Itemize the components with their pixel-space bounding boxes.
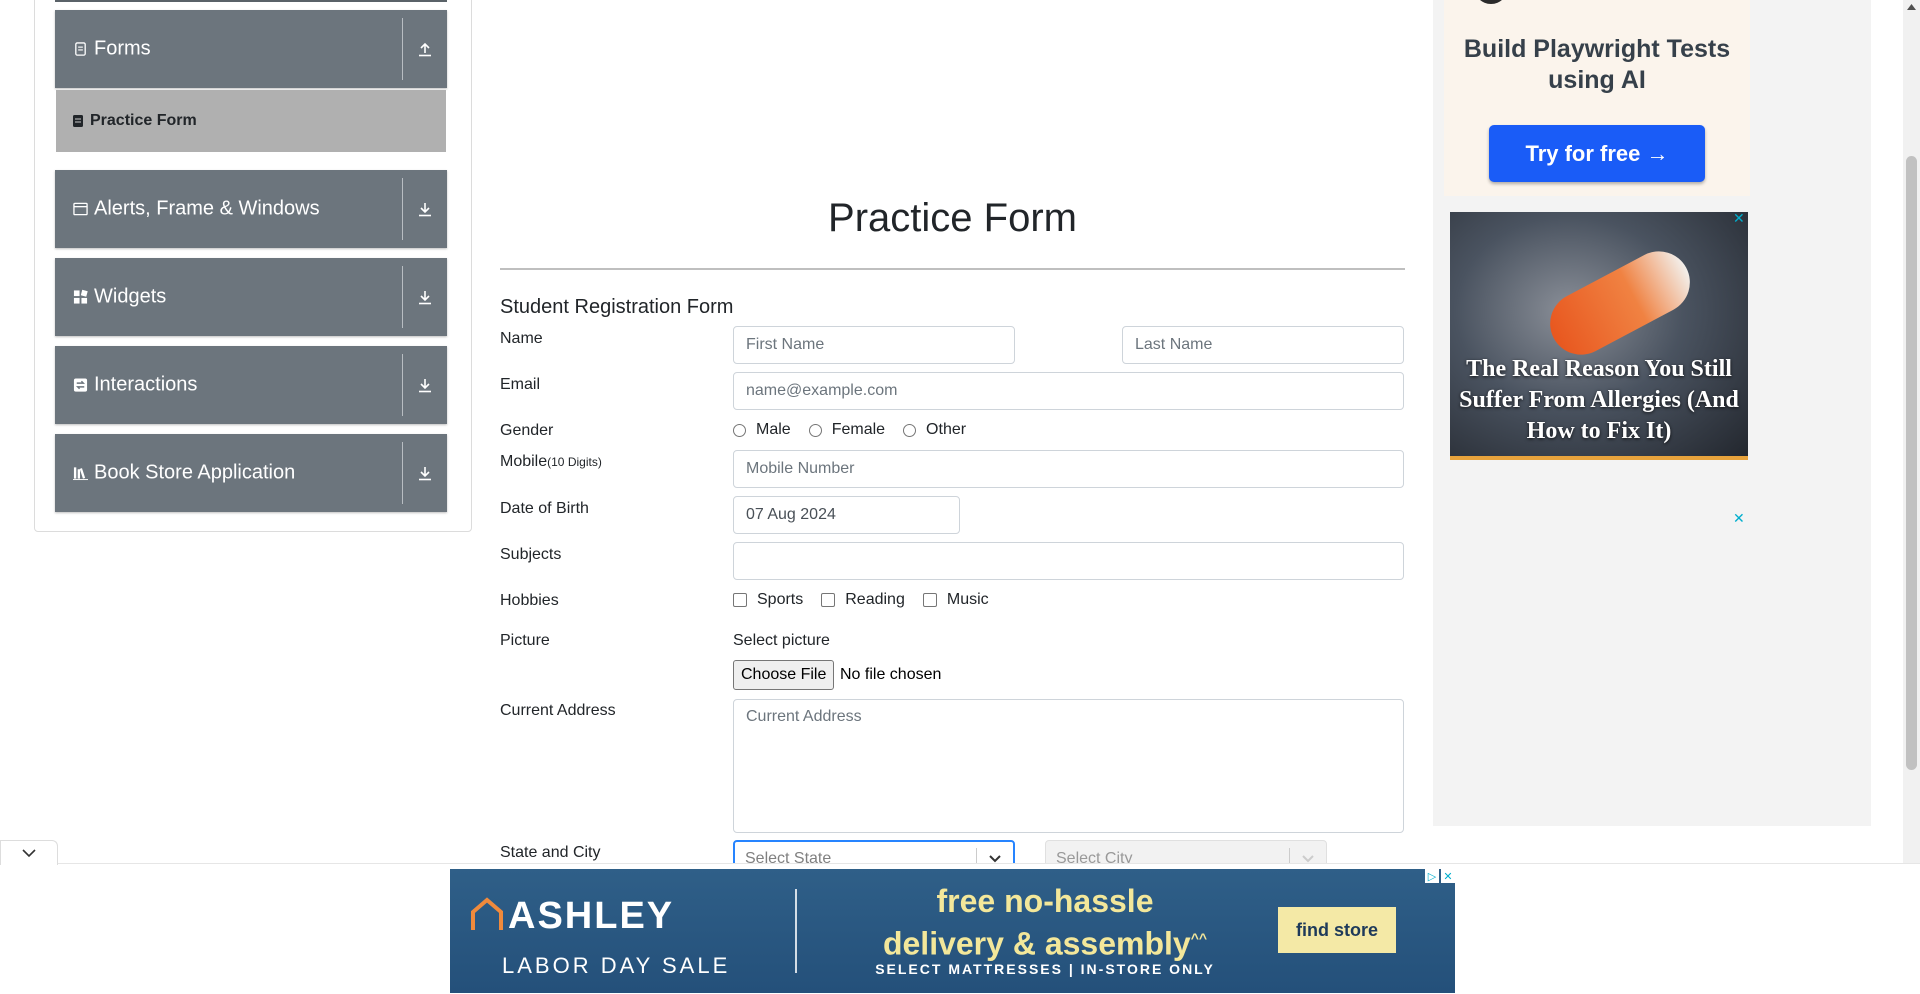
books-icon [73, 467, 88, 481]
ad-ashley-banner[interactable]: ASHLEY LABOR DAY SALE free no-hassle del… [450, 869, 1455, 993]
sidebar-group-interactions[interactable]: Interactions [55, 346, 447, 424]
sidebar-group-forms[interactable]: Forms [55, 10, 447, 88]
ad-close-icon[interactable]: ✕ [1441, 869, 1455, 883]
sidebar-item-practice-form[interactable]: Practice Form [56, 90, 446, 152]
address-label: Current Address [500, 702, 616, 719]
scrollbar-thumb[interactable] [1906, 156, 1917, 770]
sidebar-group-label: Book Store Application [94, 461, 296, 484]
choose-file-button[interactable]: Choose File [733, 660, 835, 690]
gender-male-radio[interactable]: Male [733, 421, 791, 439]
ad-footnote-mark: ^^ [1190, 930, 1208, 946]
house-logo-icon [471, 897, 503, 930]
document-icon [75, 42, 86, 56]
radio-circle[interactable] [808, 423, 822, 437]
page-title: Practice Form [828, 196, 1077, 240]
gender-radio-group: Male Female Other [733, 421, 984, 439]
ad-headline: The Real Reason You Still Suffer From Al… [1459, 356, 1739, 444]
mobile-label: Mobile(10 Digits) [500, 453, 602, 471]
hobby-sports-checkbox[interactable]: Sports [733, 591, 803, 609]
sidebar-item-label: Practice Form [90, 112, 197, 129]
expand-down-icon[interactable] [403, 170, 447, 248]
checkbox-box[interactable] [733, 593, 747, 607]
ad-logo [1474, 0, 1508, 4]
window-icon [73, 202, 88, 216]
sidebar-group-label: Interactions [94, 373, 198, 396]
ad-underline [1450, 456, 1748, 460]
radio-label: Male [756, 421, 791, 438]
gender-other-radio[interactable]: Other [903, 421, 966, 439]
name-label: Name [500, 330, 543, 347]
ad-close-icon[interactable]: ✕ [1733, 210, 1745, 227]
sidebar-top-edge [55, 0, 447, 2]
ad-allergies[interactable]: The Real Reason You Still Suffer From Al… [1450, 212, 1748, 460]
picture-label: Picture [500, 632, 550, 649]
mobile-hint: (10 Digits) [547, 455, 602, 469]
find-store-button[interactable]: find store [1278, 907, 1396, 953]
ad-choices[interactable]: ▷ ✕ [1425, 869, 1455, 883]
form-icon [73, 115, 83, 127]
divider [500, 268, 1405, 270]
dob-label: Date of Birth [500, 500, 589, 517]
sidebar-group-book-store[interactable]: Book Store Application [55, 434, 447, 512]
chevron-down-icon [22, 849, 36, 858]
subjects-input[interactable] [733, 542, 1404, 580]
radio-circle[interactable] [733, 423, 746, 437]
file-status: No file chosen [840, 666, 942, 683]
ad-headline: free no-hassle delivery & assembly^^ [820, 883, 1270, 963]
widgets-icon [73, 289, 88, 304]
checkbox-label: Reading [845, 591, 905, 608]
expand-down-icon[interactable] [403, 346, 447, 424]
sidebar-group-label: Forms [94, 37, 151, 60]
sidebar-group-label: Alerts, Frame & Windows [94, 197, 320, 220]
ad-image-pill [1539, 240, 1701, 366]
first-name-input[interactable]: First Name [733, 326, 1015, 364]
radio-label: Female [831, 421, 886, 438]
ad-subtext: SELECT MATTRESSES | IN-STORE ONLY [875, 961, 1215, 977]
ad-headline-line-1: free no-hassle [936, 883, 1154, 919]
collapse-ad-button[interactable] [0, 840, 58, 865]
mobile-label-text: Mobile [500, 453, 548, 470]
radio-circle[interactable] [903, 423, 917, 437]
email-input[interactable]: name@example.com [733, 372, 1404, 410]
checkbox-box[interactable] [821, 593, 836, 607]
form-title: Student Registration Form [500, 296, 734, 318]
current-address-textarea[interactable]: Current Address [733, 699, 1404, 833]
subjects-label: Subjects [500, 546, 562, 563]
divider [795, 889, 797, 973]
hobbies-checkbox-group: Sports Reading Music [733, 591, 1007, 609]
date-of-birth-input[interactable]: 07 Aug 2024 [733, 496, 960, 534]
sidebar-group-label: Widgets [94, 285, 167, 308]
ad-headline-line-2: delivery & assembly^^ [882, 925, 1208, 962]
scroll-up-icon[interactable] [1907, 4, 1916, 10]
radio-label: Other [926, 421, 967, 438]
hobby-reading-checkbox[interactable]: Reading [821, 591, 905, 609]
ad-close-icon[interactable]: ✕ [1733, 510, 1745, 527]
state-city-label: State and City [500, 844, 601, 861]
mobile-input[interactable]: Mobile Number [733, 450, 1404, 488]
gender-female-radio[interactable]: Female [808, 421, 886, 439]
ad-brand: ASHLEY [508, 895, 675, 937]
ad-headline: Build Playwright Tests using AI [1463, 35, 1731, 94]
checkbox-label: Music [946, 591, 989, 608]
collapse-up-icon[interactable] [403, 10, 447, 88]
last-name-input[interactable]: Last Name [1122, 326, 1404, 364]
expand-down-icon[interactable] [403, 258, 447, 336]
checkbox-label: Sports [757, 591, 804, 608]
email-label: Email [500, 376, 541, 393]
sidebar-group-alerts[interactable]: Alerts, Frame & Windows [55, 170, 447, 248]
checkbox-box[interactable] [922, 593, 937, 607]
expand-down-icon[interactable] [403, 434, 447, 512]
hobby-music-checkbox[interactable]: Music [922, 591, 989, 609]
try-for-free-button[interactable]: Try for free → [1489, 125, 1705, 182]
ad-sale-text: LABOR DAY SALE [502, 953, 731, 978]
interactions-icon [73, 378, 88, 392]
ad-playwright[interactable]: Build Playwright Tests using AI Try for … [1444, 0, 1750, 196]
gender-label: Gender [500, 422, 554, 439]
hobbies-label: Hobbies [500, 592, 559, 609]
select-picture-label: Select picture [733, 632, 830, 649]
ad-info-icon[interactable]: ▷ [1425, 869, 1439, 883]
sidebar-group-widgets[interactable]: Widgets [55, 258, 447, 336]
